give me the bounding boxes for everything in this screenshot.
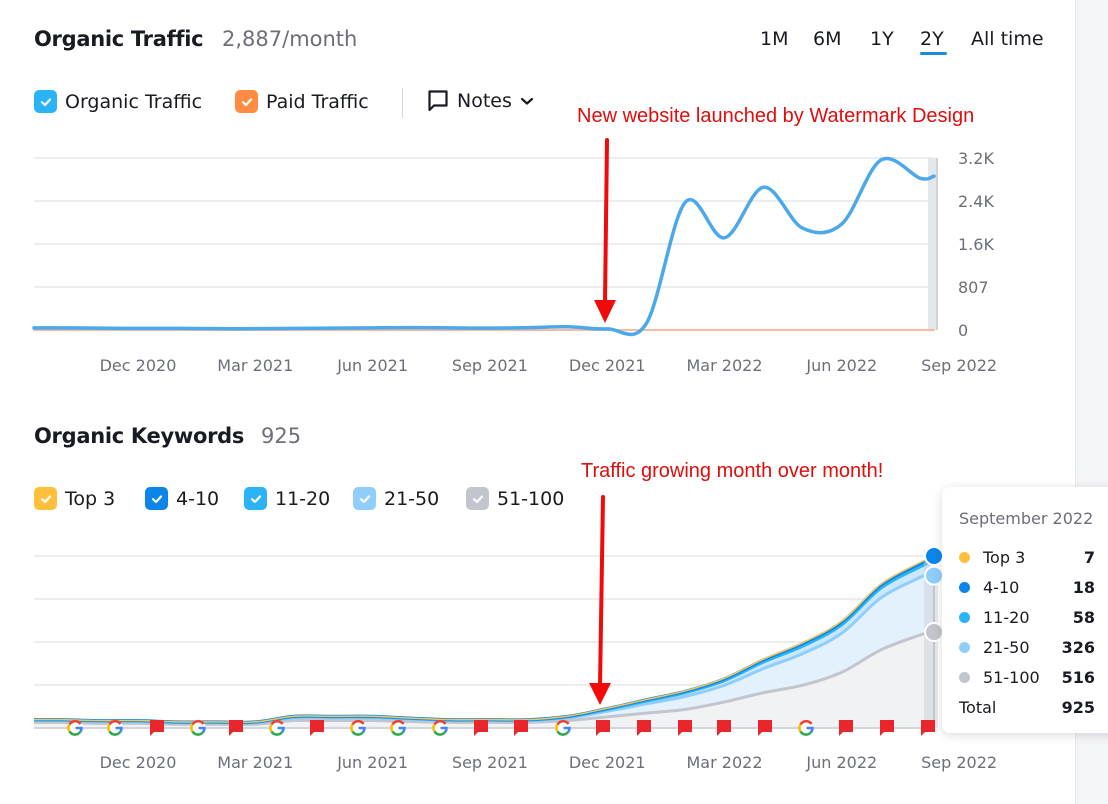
google-update-icon[interactable] — [190, 719, 206, 736]
tooltip-row-value: 58 — [1072, 607, 1095, 627]
tooltip-row: Top 3 7 — [959, 542, 1095, 572]
tooltip-row: 21-50 326 — [959, 632, 1095, 662]
tooltip-total-label: Total — [959, 697, 997, 717]
x-tick-label: Jun 2021 — [336, 753, 408, 772]
google-update-icon[interactable] — [798, 719, 814, 736]
x-tick-label: Jun 2022 — [805, 753, 877, 772]
note-flag-icon[interactable] — [717, 720, 731, 736]
tooltip-total-row: Total 925 — [959, 692, 1095, 722]
x-tick-label: Sep 2021 — [452, 753, 528, 772]
series-dot-icon — [959, 611, 970, 623]
note-flag-icon[interactable] — [678, 720, 692, 736]
x-tick-label: Sep 2022 — [921, 753, 997, 772]
hover-point — [924, 622, 944, 643]
google-update-icon[interactable] — [107, 719, 123, 736]
google-update-icon[interactable] — [269, 719, 285, 736]
x-tick-label: Mar 2021 — [217, 753, 293, 772]
google-update-icon[interactable] — [390, 719, 406, 736]
tooltip-row-label: 51-100 — [983, 667, 1040, 687]
tooltip-row-value: 516 — [1061, 667, 1095, 687]
tooltip-row: 4-10 18 — [959, 572, 1095, 602]
note-flag-icon[interactable] — [310, 720, 324, 736]
note-flag-icon[interactable] — [921, 720, 935, 736]
note-flag-icon[interactable] — [229, 720, 243, 736]
annotation-arrowhead — [589, 683, 611, 705]
note-flag-icon[interactable] — [637, 720, 651, 736]
tooltip-row: 51-100 516 — [959, 662, 1095, 692]
note-flag-icon[interactable] — [474, 720, 488, 736]
google-update-icon[interactable] — [67, 719, 83, 736]
tooltip-row-label: 11-20 — [983, 607, 1030, 627]
hover-point — [924, 565, 944, 586]
tooltip-row-label: Top 3 — [983, 547, 1026, 567]
tooltip-row-label: 4-10 — [983, 577, 1020, 597]
tooltip-row-label: 21-50 — [983, 637, 1030, 657]
tooltip-title: September 2022 — [959, 509, 1094, 528]
tooltip-row-value: 7 — [1083, 547, 1095, 567]
tooltip-row-value: 18 — [1072, 577, 1095, 597]
google-update-icon[interactable] — [555, 719, 571, 736]
google-update-icon[interactable] — [350, 719, 366, 736]
series-dot-icon — [959, 641, 970, 653]
tooltip-row: 11-20 58 — [959, 602, 1095, 632]
x-tick-label: Dec 2021 — [569, 753, 646, 772]
note-flag-icon[interactable] — [758, 720, 772, 736]
series-dot-icon — [959, 551, 970, 563]
hover-point — [924, 546, 944, 566]
tooltip-row-value: 326 — [1061, 637, 1095, 657]
note-flag-icon[interactable] — [880, 720, 894, 736]
note-flag-icon[interactable] — [514, 720, 528, 736]
chart-tooltip: September 2022 Top 3 7 4-10 18 11-20 58 21-50 3… — [942, 487, 1108, 733]
x-tick-label: Dec 2020 — [100, 753, 177, 772]
series-dot-icon — [959, 671, 970, 683]
annotation-arrow — [598, 495, 605, 688]
tooltip-total-value: 925 — [1061, 697, 1095, 717]
note-flag-icon[interactable] — [596, 720, 610, 736]
note-flag-icon[interactable] — [839, 720, 853, 736]
series-dot-icon — [959, 581, 970, 593]
note-flag-icon[interactable] — [150, 720, 164, 736]
x-tick-label: Mar 2022 — [687, 753, 763, 772]
google-update-icon[interactable] — [432, 719, 448, 736]
